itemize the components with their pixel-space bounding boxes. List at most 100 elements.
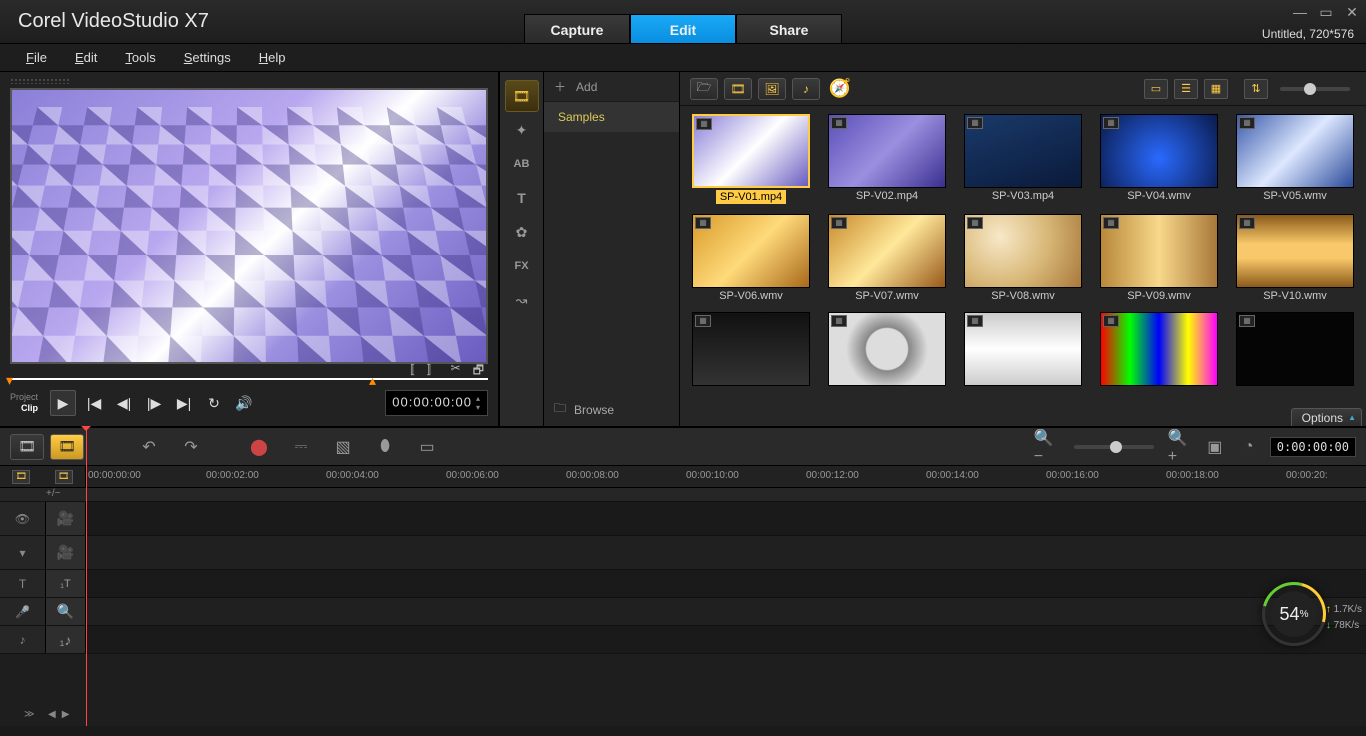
menu-settings[interactable]: Settings [172, 46, 243, 69]
storyboard-view-button[interactable]: 🎞 [10, 434, 44, 460]
music-label-icon[interactable]: ♪ [0, 626, 46, 653]
fit-project-button[interactable]: ▣ [1202, 434, 1228, 460]
mark-out-button[interactable]: 〛 [427, 361, 439, 382]
preview-timecode[interactable]: 00:00:00:00▴▾ [385, 390, 488, 416]
scroll-left-button[interactable]: ◀ [48, 709, 56, 720]
subtitle-button[interactable]: ▭ [414, 434, 440, 460]
drag-handle-icon[interactable] [10, 78, 70, 84]
maximize-icon[interactable]: ▭ [1318, 4, 1334, 21]
preview-mode-toggle[interactable]: Project Clip [10, 392, 44, 414]
auto-music-button[interactable]: ▧ [330, 434, 356, 460]
thumb-item[interactable]: ▦ [690, 312, 812, 386]
menu-help[interactable]: Help [247, 46, 298, 69]
overlay-track-1[interactable]: ▾ 🎥 [0, 536, 1366, 570]
thumb-item[interactable]: ▦ [962, 312, 1084, 386]
filter-video-button[interactable]: 🎞 [724, 78, 752, 100]
volume-button[interactable]: 🔊 [232, 391, 256, 415]
record-button[interactable]: ⬤ [246, 434, 272, 460]
sort-button[interactable]: ⇅ [1244, 79, 1268, 99]
view-large-button[interactable]: ▭ [1144, 79, 1168, 99]
preview-viewport[interactable] [10, 88, 488, 364]
menu-tools[interactable]: Tools [113, 46, 167, 69]
mark-in-icon[interactable]: ▾ [6, 372, 13, 389]
filter-photo-button[interactable]: 🖼 [758, 78, 786, 100]
timeline-ruler[interactable]: 00:00:00:00 00:00:02:0000:00:04:0000:00:… [86, 466, 1366, 487]
zoom-slider[interactable] [1074, 445, 1154, 449]
thumb-item[interactable]: ▦SP-V01.mp4 [690, 114, 812, 204]
project-duration-icon[interactable]: ◔ [1236, 434, 1262, 460]
thumb-item[interactable]: ▦SP-V10.wmv [1234, 214, 1356, 302]
ruler-btn-1[interactable]: 🎞 [12, 470, 30, 484]
track-toggle-icon[interactable]: 👁 [0, 502, 46, 535]
split-button[interactable]: ✂ [451, 361, 461, 382]
browse-icon: 🗀 [554, 399, 566, 420]
add-folder-button[interactable]: ＋ Add [544, 72, 679, 102]
multi-trim-button[interactable]: ⬮ [372, 434, 398, 460]
mark-out-icon[interactable]: ▴ [369, 372, 376, 389]
view-grid-button[interactable]: ▦ [1204, 79, 1228, 99]
minimize-icon[interactable]: — [1292, 4, 1308, 21]
thumb-image: ▦ [1100, 312, 1218, 386]
path-button[interactable]: ↝ [505, 284, 539, 316]
media-library-button[interactable]: 🎞 [505, 80, 539, 112]
track-collapse-icon[interactable]: ▾ [0, 536, 46, 569]
menu-edit[interactable]: Edit [63, 46, 109, 69]
step-back-button[interactable]: ◀| [112, 391, 136, 415]
track-leading-row[interactable]: +/− [0, 488, 1366, 502]
options-button[interactable]: Options [1291, 408, 1362, 428]
thumb-item[interactable]: ▦SP-V09.wmv [1098, 214, 1220, 302]
thumb-item[interactable]: ▦SP-V04.wmv [1098, 114, 1220, 204]
smartfit-button[interactable]: 🧭 [826, 78, 854, 100]
voice-track[interactable]: 🎤 🔍 [0, 598, 1366, 626]
thumb-item[interactable]: ▦ [1234, 312, 1356, 386]
tree-item-samples[interactable]: Samples [544, 102, 679, 132]
graphic-button[interactable]: ✿ [505, 216, 539, 248]
filter-button[interactable]: FX [505, 250, 539, 282]
transition-button[interactable]: AB [505, 148, 539, 180]
expand-tracks-button[interactable]: ≫ [24, 709, 34, 720]
video-track-1[interactable]: 👁 🎥 [0, 502, 1366, 536]
go-start-button[interactable]: |◀ [82, 391, 106, 415]
title-button[interactable]: T [505, 182, 539, 214]
title-track-icon: ₁T [46, 570, 86, 597]
repeat-button[interactable]: ↻ [202, 391, 226, 415]
thumb-size-slider[interactable] [1280, 87, 1350, 91]
timeline-timecode[interactable]: 0:00:00:00 [1270, 437, 1356, 457]
music-track[interactable]: ♪ ₁♪ [0, 626, 1366, 654]
thumb-item[interactable]: ▦SP-V02.mp4 [826, 114, 948, 204]
play-button[interactable]: ▶ [50, 390, 76, 416]
tab-capture[interactable]: Capture [524, 14, 630, 44]
timeline-view-button[interactable]: 🎞 [50, 434, 84, 460]
thumb-item[interactable]: ▦SP-V08.wmv [962, 214, 1084, 302]
zoom-out-button[interactable]: 🔍− [1034, 434, 1060, 460]
thumb-item[interactable]: ▦SP-V07.wmv [826, 214, 948, 302]
scroll-right-button[interactable]: ▶ [62, 709, 70, 720]
title-label-icon[interactable]: T [0, 570, 46, 597]
thumb-item[interactable]: ▦SP-V03.mp4 [962, 114, 1084, 204]
instant-project-button[interactable]: ✦ [505, 114, 539, 146]
tab-share[interactable]: Share [736, 14, 842, 44]
tab-edit[interactable]: Edit [630, 14, 736, 44]
snapshot-button[interactable]: 🗗 [473, 361, 484, 382]
menu-file[interactable]: File [14, 46, 59, 69]
redo-button[interactable]: ↷ [178, 434, 204, 460]
zoom-in-button[interactable]: 🔍+ [1168, 434, 1194, 460]
voice-label-icon[interactable]: 🎤 [0, 598, 46, 625]
mark-in-button[interactable]: 〚 [403, 361, 415, 382]
audio-mixer-button[interactable]: ⎓ [288, 434, 314, 460]
import-folder-button[interactable]: 🗁 [690, 78, 718, 100]
thumb-item[interactable]: ▦SP-V06.wmv [690, 214, 812, 302]
title-track[interactable]: T ₁T [0, 570, 1366, 598]
view-list-button[interactable]: ☰ [1174, 79, 1198, 99]
browse-button[interactable]: 🗀 Browse [544, 399, 614, 420]
filter-audio-button[interactable]: ♪ [792, 78, 820, 100]
thumb-item[interactable]: ▦ [826, 312, 948, 386]
undo-button[interactable]: ↶ [136, 434, 162, 460]
go-end-button[interactable]: ▶| [172, 391, 196, 415]
thumb-item[interactable]: ▦ [1098, 312, 1220, 386]
ruler-btn-2[interactable]: 🎞 [55, 470, 73, 484]
playhead[interactable] [86, 428, 87, 726]
thumb-item[interactable]: ▦SP-V05.wmv [1234, 114, 1356, 204]
close-icon[interactable]: ✕ [1344, 4, 1360, 21]
step-forward-button[interactable]: |▶ [142, 391, 166, 415]
